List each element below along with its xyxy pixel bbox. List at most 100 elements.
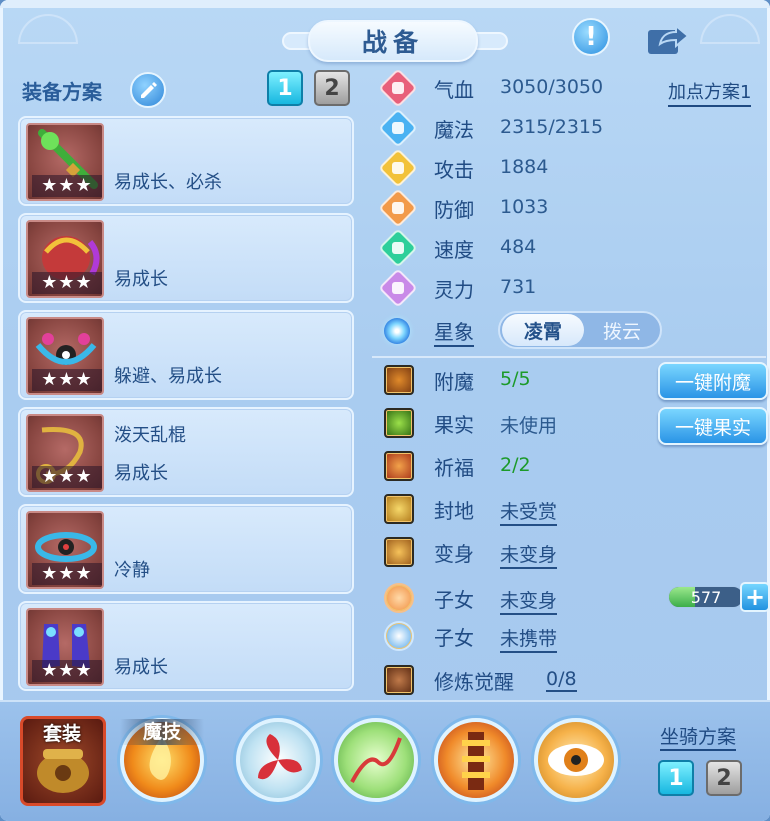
equip-slot-chain[interactable]: ★★★ 泼天乱棍 易成长 xyxy=(18,407,354,497)
extra-label: 子女 xyxy=(434,626,474,650)
extra-blessing: 祈福 2/2 xyxy=(380,448,760,484)
mount-tab-1[interactable]: 1 xyxy=(658,760,694,796)
equip-slot-necklace[interactable]: ★★★ 躲避、易成长 xyxy=(18,310,354,400)
star-rating: ★★★ xyxy=(32,563,102,585)
extra-value-link[interactable]: 0/8 xyxy=(546,668,577,692)
suit-label: 套装 xyxy=(42,723,81,745)
stat-label: 魔法 xyxy=(434,118,474,142)
star-rating: ★★★ xyxy=(32,660,102,682)
green-staff-weapon-icon: ★★★ xyxy=(26,123,104,201)
stat-value: 2315/2315 xyxy=(500,116,604,138)
xingxiang-link[interactable]: 星象 xyxy=(434,316,474,347)
plus-icon: + xyxy=(744,583,766,611)
fruit-icon xyxy=(384,408,414,438)
stat-spirit: 灵力 731 xyxy=(378,268,760,308)
decor-swirl xyxy=(18,14,78,44)
sword-gem-icon xyxy=(378,148,418,188)
xingxiang-option-lingxiao[interactable]: 凌霄 xyxy=(502,314,584,346)
share-icon xyxy=(648,23,690,54)
ornate-necklace-icon: ★★★ xyxy=(26,317,104,395)
stat-label: 速度 xyxy=(434,238,474,262)
pagoda-skill-icon xyxy=(462,732,490,790)
slot-tag: 易成长 xyxy=(114,463,168,484)
extra-awaken: 修炼觉醒 0/8 xyxy=(380,662,760,698)
skill-orb-4[interactable] xyxy=(534,718,618,802)
stat-label: 防御 xyxy=(434,198,474,222)
skill-orb-1[interactable] xyxy=(236,718,320,802)
meditation-icon xyxy=(384,665,414,695)
transform-icon xyxy=(384,537,414,567)
stat-label: 灵力 xyxy=(434,278,474,302)
mount-tab-2[interactable]: 2 xyxy=(706,760,742,796)
info-button[interactable]: ! xyxy=(572,18,610,56)
equip-slot-belt[interactable]: ★★★ 冷静 xyxy=(18,504,354,594)
stat-value: 1033 xyxy=(500,196,549,218)
paw-icon xyxy=(384,621,414,651)
exclamation-icon: ! xyxy=(585,22,597,52)
extra-label: 附魔 xyxy=(434,370,474,394)
stat-attack: 攻击 1884 xyxy=(378,148,760,188)
extra-label: 子女 xyxy=(434,588,474,612)
mount-plan-label[interactable]: 坐骑方案 xyxy=(660,722,737,751)
one-click-fruit-button[interactable]: 一键果实 xyxy=(658,407,768,445)
equip-slot-helmet[interactable]: ★★★ 易成长 xyxy=(18,213,354,303)
stat-value: 484 xyxy=(500,236,537,258)
star-rating: ★★★ xyxy=(32,369,102,391)
extra-label: 果实 xyxy=(434,413,474,437)
extra-value-link[interactable]: 未携带 xyxy=(500,624,558,653)
extra-value-link[interactable]: 未受赏 xyxy=(500,497,558,526)
slot-tag: 冷静 xyxy=(114,560,150,581)
spirit-gem-icon xyxy=(378,268,418,308)
shield-gem-icon xyxy=(378,188,418,228)
star-rating: ★★★ xyxy=(32,466,102,488)
equip-slot-weapon[interactable]: ★★★ 易成长、必杀 xyxy=(18,116,354,206)
mana-gem-icon xyxy=(378,108,418,148)
extra-label: 修炼觉醒 xyxy=(434,670,514,694)
add-exp-button[interactable]: + xyxy=(740,582,770,612)
decor-swirl xyxy=(700,14,760,44)
extra-value: 2/2 xyxy=(500,454,531,476)
blessing-icon xyxy=(384,451,414,481)
extra-value: 5/5 xyxy=(500,368,531,390)
xingxiang-option-boyun[interactable]: 拨云 xyxy=(586,314,658,346)
skill-orb-2[interactable] xyxy=(334,718,418,802)
slot-tag: 易成长、必杀 xyxy=(114,172,222,193)
soul-skill-label: 魔技 xyxy=(120,719,204,745)
page-title: 战备 xyxy=(361,28,424,57)
stat-value: 3050/3050 xyxy=(500,76,604,98)
star-compass-icon xyxy=(384,318,410,344)
skill-orb-3[interactable] xyxy=(434,718,518,802)
slot-name: 泼天乱棍 xyxy=(114,425,186,446)
child-icon xyxy=(384,583,414,613)
extra-value-link[interactable]: 未变身 xyxy=(500,540,558,569)
slot-tag: 易成长 xyxy=(114,657,168,678)
top-strip xyxy=(0,0,770,8)
stat-hp: 气血 3050/3050 xyxy=(378,68,760,108)
extra-label: 变身 xyxy=(434,542,474,566)
extra-transform: 变身 未变身 xyxy=(380,534,760,570)
slot-tag: 易成长 xyxy=(114,269,168,290)
pencil-icon xyxy=(141,82,157,98)
jeweled-helmet-icon: ★★★ xyxy=(26,220,104,298)
eye-skill-icon xyxy=(548,744,604,776)
equipment-panel: 战备 ! 装备方案 1 2 ★★★ 易成长、必杀 ★★★ 易成长 ★★★ 躲避、… xyxy=(0,0,770,821)
edit-plan-button[interactable] xyxy=(130,72,166,108)
eye-belt-icon: ★★★ xyxy=(26,511,104,589)
stat-label: 气血 xyxy=(434,78,474,102)
chain-weapon-icon: ★★★ xyxy=(26,414,104,492)
section-divider xyxy=(372,356,766,358)
plan-tab-2[interactable]: 2 xyxy=(314,70,350,106)
extra-value-link[interactable]: 未变身 xyxy=(500,586,558,615)
one-click-enchant-button[interactable]: 一键附魔 xyxy=(658,362,768,400)
plan-tab-1[interactable]: 1 xyxy=(267,70,303,106)
child-exp-bar: 577 xyxy=(668,586,744,608)
equip-slot-boots[interactable]: ★★★ 易成长 xyxy=(18,601,354,691)
enchant-icon xyxy=(384,365,414,395)
stat-mp: 魔法 2315/2315 xyxy=(378,108,760,148)
extra-fief: 封地 未受赏 xyxy=(380,491,760,527)
share-button[interactable] xyxy=(646,22,690,56)
crimson-petal-icon xyxy=(258,734,302,780)
extra-child-2: 子女 未携带 xyxy=(380,618,760,654)
stat-label: 攻击 xyxy=(434,158,474,182)
vine-skill-icon xyxy=(350,737,402,783)
